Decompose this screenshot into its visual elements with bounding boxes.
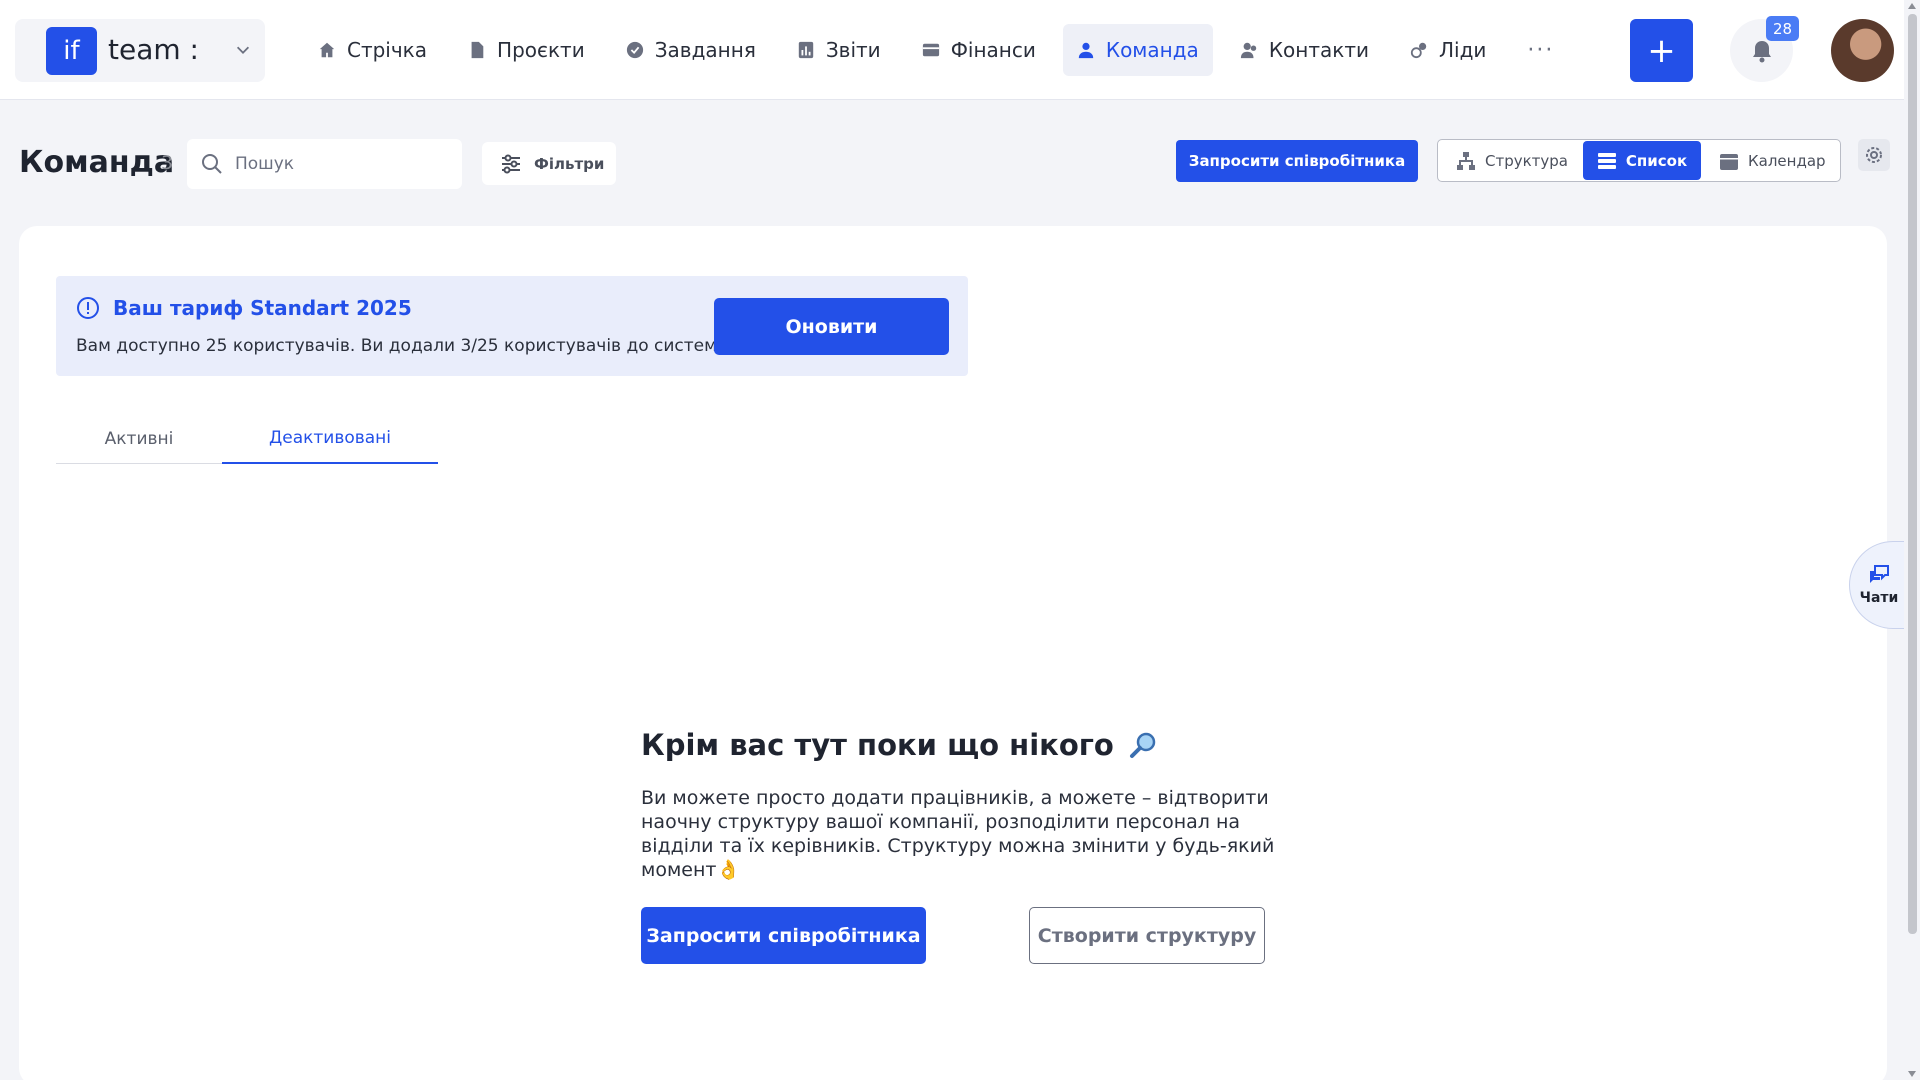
- nav-item-feed[interactable]: Стрічка: [304, 24, 441, 76]
- tab-active[interactable]: Активні: [56, 414, 222, 464]
- nav-item-label: Ліди: [1438, 38, 1487, 62]
- search-box: [187, 139, 462, 189]
- invite-employee-button[interactable]: Запросити співробітника: [1176, 140, 1418, 182]
- nav-item-label: Фінанси: [950, 38, 1036, 62]
- page-title: Команда: [19, 145, 175, 180]
- nav-item-projects[interactable]: Проєкти: [454, 24, 599, 76]
- tab-deactivated[interactable]: Деактивовані: [222, 414, 438, 464]
- nav-item-leads[interactable]: Ліди: [1396, 24, 1500, 76]
- brand-logo: if: [46, 27, 97, 75]
- sliders-icon: [502, 154, 520, 173]
- workspace-switcher[interactable]: if team :: [15, 19, 265, 82]
- view-structure-button[interactable]: Структура: [1456, 141, 1568, 180]
- plan-text: Вам доступно 25 користувачів. Ви додали …: [76, 336, 734, 356]
- empty-state-title: Крім вас тут поки що нікого: [641, 728, 1158, 762]
- settings-button[interactable]: [1858, 139, 1890, 171]
- nav-item-reports[interactable]: Звіти: [783, 24, 895, 76]
- gear-icon: [1866, 147, 1882, 163]
- leads-icon: [1410, 42, 1427, 59]
- list-icon: [1597, 152, 1616, 169]
- upgrade-plan-button[interactable]: Оновити: [714, 298, 949, 355]
- plan-title: Ваш тариф Standart 2025: [113, 296, 412, 320]
- top-navbar: if team : Стрічка Проєкти Завдання Звіти…: [0, 0, 1904, 100]
- team-count: 3: [161, 152, 174, 174]
- nav-item-label: Контакти: [1268, 38, 1369, 62]
- view-calendar-label: Календар: [1748, 151, 1826, 170]
- quick-add-button[interactable]: +: [1630, 19, 1693, 82]
- nav-item-contacts[interactable]: Контакти: [1226, 24, 1383, 76]
- create-structure-button[interactable]: Створити структуру: [1029, 907, 1265, 964]
- scroll-down-arrow[interactable]: [1908, 1071, 1916, 1077]
- view-list-label: Список: [1625, 151, 1688, 170]
- calendar-icon: [1720, 153, 1738, 170]
- search-input[interactable]: [235, 139, 455, 189]
- check-circle-icon: [626, 41, 643, 59]
- home-icon: [319, 42, 335, 58]
- nav-item-label: Команда: [1105, 38, 1199, 62]
- org-structure-icon: [1457, 151, 1475, 170]
- search-icon: [202, 154, 222, 174]
- plan-banner: Ваш тариф Standart 2025 Вам доступно 25 …: [56, 276, 968, 376]
- nav-item-label: Звіти: [825, 38, 881, 62]
- nav-item-label: Стрічка: [347, 38, 428, 62]
- main-nav: Стрічка Проєкти Завдання Звіти Фінанси К…: [304, 24, 1581, 76]
- view-toggle: Структура Список Календар: [1437, 139, 1841, 182]
- avatar[interactable]: [1831, 19, 1894, 82]
- page-scrollbar[interactable]: [1904, 0, 1920, 1080]
- document-icon: [471, 41, 484, 59]
- chats-label: Чати: [1859, 590, 1899, 606]
- workspace-name: team :: [108, 33, 199, 66]
- wallet-icon: [922, 43, 939, 57]
- nav-item-label: Проєкти: [497, 38, 585, 62]
- chat-icon: [1870, 565, 1889, 583]
- bell-icon: [1752, 40, 1771, 62]
- nav-item-team[interactable]: Команда: [1062, 24, 1213, 76]
- nav-item-tasks[interactable]: Завдання: [612, 24, 770, 76]
- empty-invite-button[interactable]: Запросити співробітника: [641, 907, 926, 964]
- status-tabs: Активні Деактивовані: [56, 414, 438, 464]
- filters-button[interactable]: Фільтри: [482, 142, 616, 185]
- filters-label: Фільтри: [534, 154, 605, 173]
- scroll-up-arrow[interactable]: [1908, 3, 1916, 9]
- magnifier-icon: [1129, 732, 1156, 758]
- scroll-thumb[interactable]: [1908, 14, 1917, 934]
- nav-more-button[interactable]: ···: [1513, 24, 1568, 76]
- contacts-icon: [1240, 42, 1257, 59]
- notifications-badge: 28: [1766, 16, 1799, 41]
- view-structure-label: Структура: [1485, 151, 1568, 170]
- chart-icon: [798, 41, 814, 59]
- view-list-button[interactable]: Список: [1583, 141, 1701, 180]
- team-card: Ваш тариф Standart 2025 Вам доступно 25 …: [19, 226, 1887, 1080]
- user-icon: [1078, 42, 1094, 59]
- nav-item-finance[interactable]: Фінанси: [908, 24, 1050, 76]
- info-icon: [77, 297, 99, 319]
- nav-item-label: Завдання: [654, 38, 756, 62]
- view-calendar-button[interactable]: Календар: [1719, 141, 1829, 180]
- chevron-down-icon: [236, 46, 250, 54]
- empty-state-text: Ви можете просто додати працівників, а м…: [641, 787, 1275, 881]
- empty-state-title-text: Крім вас тут поки що нікого: [641, 728, 1114, 762]
